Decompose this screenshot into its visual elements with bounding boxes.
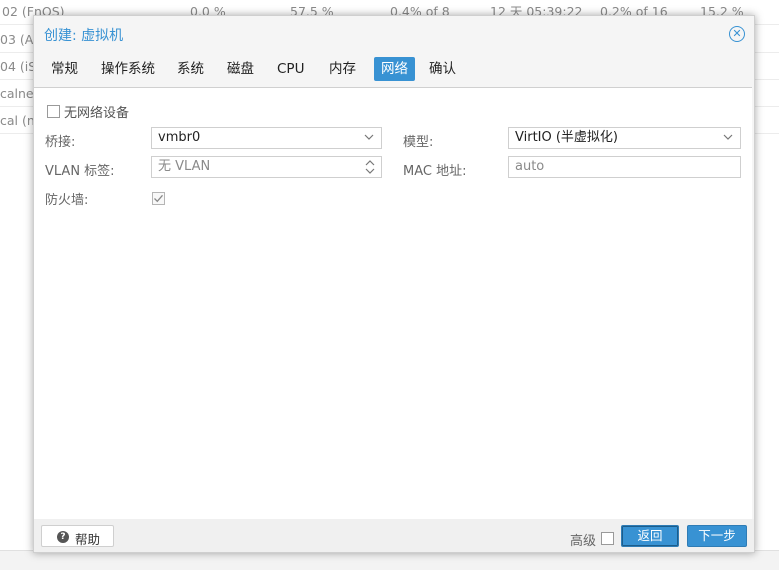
chevron-down-icon [364,134,374,140]
bridge-select[interactable]: vmbr0 [151,127,382,149]
tab-general[interactable]: 常规 [44,57,85,81]
bridge-value: vmbr0 [158,130,201,145]
tab-confirm[interactable]: 确认 [422,57,463,81]
firewall-label: 防火墙: [45,193,89,208]
mac-value: auto [515,159,545,174]
create-vm-dialog: 创建: 虚拟机 ✕ 常规 操作系统 系统 磁盘 CPU 内存 网络 确认 无网络… [33,15,755,553]
background-bottom-bar [0,550,779,570]
no-network-label: 无网络设备 [64,106,130,121]
close-icon: ✕ [732,27,742,40]
next-button[interactable]: 下一步 [687,525,747,547]
chevron-down-icon [723,134,733,140]
tab-disk[interactable]: 磁盘 [220,57,261,81]
mac-label: MAC 地址: [403,164,467,179]
dialog-header: 创建: 虚拟机 ✕ [34,16,754,52]
spinner-icon[interactable] [365,159,375,175]
back-button[interactable]: 返回 [621,525,679,547]
close-button[interactable]: ✕ [729,26,745,42]
tab-memory[interactable]: 内存 [322,57,363,81]
model-select[interactable]: VirtIO (半虚拟化) [508,127,741,149]
advanced-label: 高级 [570,534,597,549]
advanced-checkbox[interactable] [601,532,614,545]
mac-input[interactable]: auto [508,156,741,178]
bridge-label: 桥接: [45,135,76,150]
vlan-input[interactable]: 无 VLAN [151,156,382,178]
vlan-label: VLAN 标签: [45,164,115,179]
model-value: VirtIO (半虚拟化) [515,130,619,145]
vlan-value: 无 VLAN [158,159,211,174]
firewall-checkbox[interactable] [152,192,165,205]
tab-system[interactable]: 系统 [170,57,211,81]
no-network-checkbox[interactable] [47,105,60,118]
help-button[interactable]: ? 帮助 [41,525,114,547]
question-icon: ? [57,531,69,543]
row-name: cal (n [0,113,35,128]
help-label: 帮助 [75,532,101,547]
tab-network[interactable]: 网络 [374,57,415,81]
row-name: 03 (Al [0,32,37,47]
dialog-title: 创建: 虚拟机 [44,28,124,44]
tab-os[interactable]: 操作系统 [94,57,162,81]
check-icon [154,194,163,203]
dialog-footer: ? 帮助 高级 返回 下一步 [34,519,754,552]
row-name: calnel [0,86,38,101]
network-panel: 无网络设备 桥接: vmbr0 VLAN 标签: 无 VLAN 防火墙: 模型:… [34,87,752,520]
tab-cpu[interactable]: CPU [270,57,311,81]
model-label: 模型: [403,135,434,150]
